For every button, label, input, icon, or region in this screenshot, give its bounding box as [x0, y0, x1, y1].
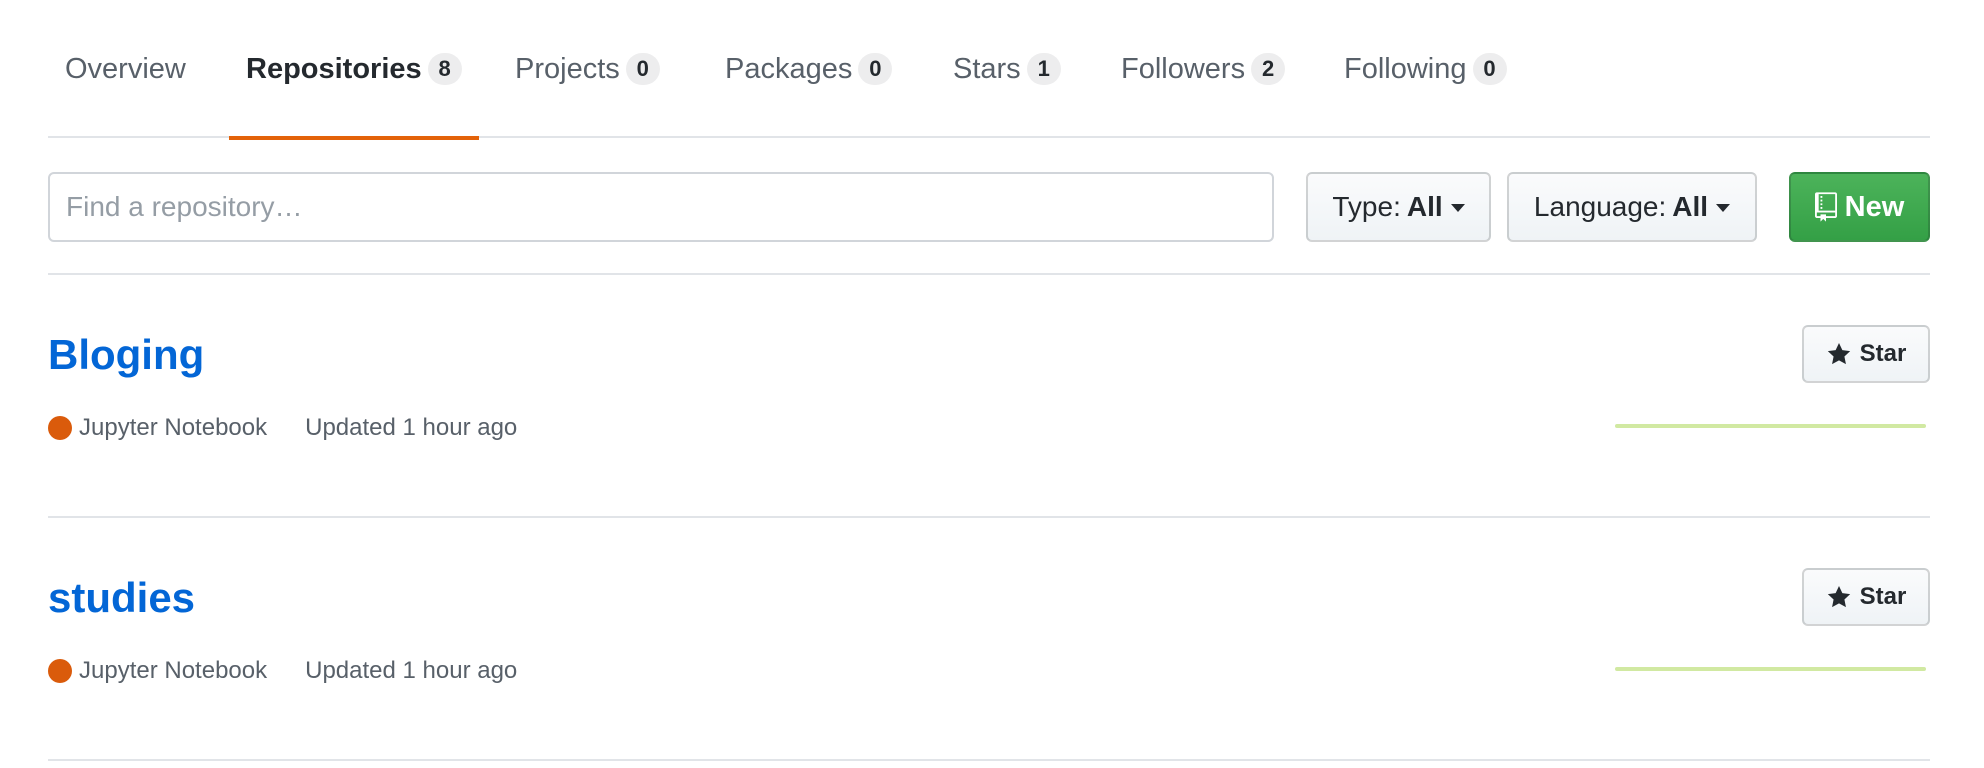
tab-stars-label: Stars — [953, 52, 1021, 85]
type-filter-button[interactable]: Type: All — [1306, 172, 1491, 242]
tab-packages-label: Packages — [725, 52, 853, 85]
repo-name-link[interactable]: Bloging — [48, 331, 204, 379]
tab-stars[interactable]: Stars 1 — [953, 0, 1061, 138]
new-repository-button[interactable]: New — [1789, 172, 1930, 242]
activity-sparkline — [1615, 424, 1926, 428]
repo-updated: Updated 1 hour ago — [305, 657, 518, 684]
tab-overview-label: Overview — [65, 52, 186, 85]
find-repository-input[interactable] — [48, 172, 1274, 242]
repo-language: Jupyter Notebook — [79, 657, 268, 684]
repo-icon — [1814, 192, 1837, 222]
tab-repositories[interactable]: Repositories 8 — [229, 0, 479, 140]
type-filter-value: All — [1406, 191, 1443, 222]
tab-following[interactable]: Following 0 — [1344, 0, 1507, 138]
caret-down-icon — [1716, 204, 1731, 212]
repo-list-item: Bloging Jupyter Notebook Updated 1 hour … — [48, 275, 1930, 518]
repo-updated: Updated 1 hour ago — [305, 414, 518, 441]
repository-filter-bar: Type: All Language: All New — [48, 138, 1930, 275]
language-color-dot — [48, 416, 72, 440]
star-button[interactable]: Star — [1802, 568, 1930, 626]
tab-packages[interactable]: Packages 0 — [725, 0, 893, 138]
tab-overview[interactable]: Overview — [65, 0, 186, 138]
tab-stars-count: 1 — [1026, 53, 1061, 85]
language-color-dot — [48, 659, 72, 683]
profile-repositories-page: Overview Repositories 8 Projects 0 Packa… — [0, 0, 1984, 768]
star-icon — [1827, 342, 1850, 365]
tab-projects[interactable]: Projects 0 — [515, 0, 660, 138]
tab-projects-count: 0 — [625, 53, 660, 85]
profile-tabs: Overview Repositories 8 Projects 0 Packa… — [48, 0, 1930, 140]
tab-following-label: Following — [1344, 52, 1467, 85]
repo-language: Jupyter Notebook — [79, 414, 268, 441]
type-filter-label: Type: — [1332, 191, 1401, 222]
activity-sparkline — [1615, 667, 1926, 671]
tab-followers-label: Followers — [1121, 52, 1246, 85]
repo-name-link[interactable]: studies — [48, 574, 195, 622]
tab-packages-count: 0 — [858, 53, 893, 85]
tab-followers[interactable]: Followers 2 — [1121, 0, 1286, 138]
star-icon — [1827, 585, 1850, 608]
tab-repositories-label: Repositories — [246, 52, 422, 85]
repo-list-item: studies Jupyter Notebook Updated 1 hour … — [48, 518, 1930, 761]
tab-projects-label: Projects — [515, 52, 620, 85]
language-filter-button[interactable]: Language: All — [1507, 172, 1757, 242]
tab-following-count: 0 — [1472, 53, 1507, 85]
star-button-label: Star — [1859, 583, 1907, 610]
tab-repositories-count: 8 — [427, 53, 462, 85]
repo-meta: Jupyter Notebook Updated 1 hour ago — [48, 655, 517, 687]
star-button-label: Star — [1859, 340, 1907, 367]
tab-followers-count: 2 — [1251, 53, 1286, 85]
caret-down-icon — [1450, 204, 1465, 212]
star-button[interactable]: Star — [1802, 325, 1930, 383]
new-repository-label: New — [1844, 190, 1905, 223]
language-filter-value: All — [1672, 191, 1709, 222]
repo-meta: Jupyter Notebook Updated 1 hour ago — [48, 412, 517, 444]
language-filter-label: Language: — [1533, 191, 1667, 222]
